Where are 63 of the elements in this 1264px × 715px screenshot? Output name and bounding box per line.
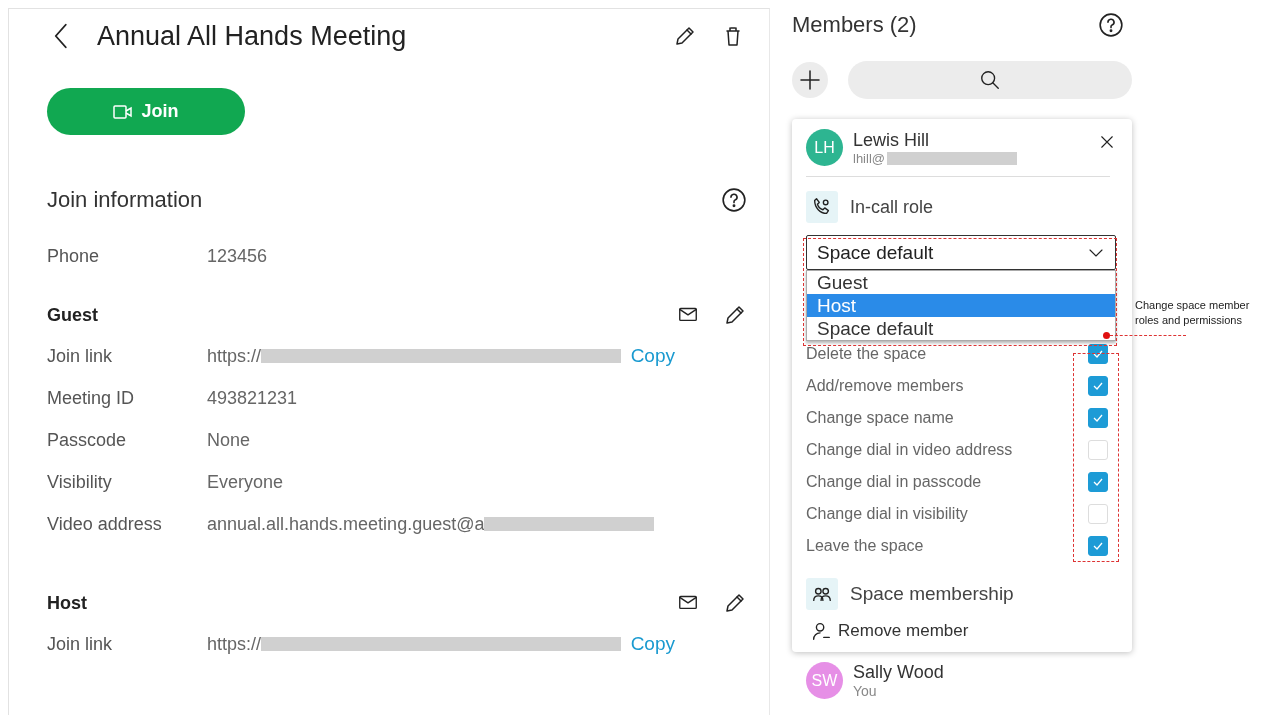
add-member-button[interactable] bbox=[792, 62, 828, 98]
checkbox[interactable] bbox=[1088, 536, 1108, 556]
section-heading: Host bbox=[47, 592, 87, 614]
field-label: Join link bbox=[47, 345, 114, 367]
pencil-icon bbox=[673, 24, 697, 48]
plus-icon bbox=[798, 68, 822, 92]
field-value: 493821231 bbox=[207, 387, 298, 409]
search-icon bbox=[979, 69, 1001, 91]
field-value: https:// bbox=[207, 345, 262, 367]
pencil-icon bbox=[723, 591, 747, 615]
permission-label: Delete the space bbox=[806, 345, 927, 363]
person-minus-icon bbox=[810, 620, 832, 642]
permission-label: Leave the space bbox=[806, 537, 924, 555]
field-value: Everyone bbox=[207, 471, 284, 493]
remove-member-button[interactable]: Remove member bbox=[806, 620, 969, 642]
marker-dot bbox=[1103, 332, 1110, 339]
section-heading: Guest bbox=[47, 304, 98, 326]
section-title: Join information bbox=[47, 187, 203, 213]
meeting-title: Annual All Hands Meeting bbox=[97, 20, 408, 52]
field-label: Video address bbox=[47, 513, 163, 535]
member-email: lhill@ bbox=[853, 150, 885, 166]
field-label: Passcode bbox=[47, 429, 128, 451]
permission-label: Change dial in passcode bbox=[806, 473, 982, 491]
checkbox[interactable] bbox=[1088, 376, 1108, 396]
membership-label: Space membership bbox=[850, 583, 1014, 605]
help-icon bbox=[1098, 12, 1124, 38]
permission-label: Change dial in visibility bbox=[806, 505, 968, 523]
permission-label: Change space name bbox=[806, 409, 954, 427]
check-icon bbox=[1092, 476, 1104, 488]
search-field[interactable] bbox=[848, 61, 1132, 99]
members-title: Members (2) bbox=[792, 12, 917, 38]
field-label: Visibility bbox=[47, 471, 113, 493]
field-value: 123456 bbox=[207, 245, 268, 267]
field-label: Phone bbox=[47, 245, 101, 267]
role-dropdown[interactable]: Space default bbox=[806, 235, 1116, 270]
member-name: Lewis Hill bbox=[853, 129, 931, 151]
check-icon bbox=[1092, 540, 1104, 552]
field-label: Join link bbox=[47, 633, 114, 655]
permission-label: Add/remove members bbox=[806, 377, 964, 395]
pencil-icon bbox=[723, 303, 747, 327]
field-label: Meeting ID bbox=[47, 387, 136, 409]
permission-label: Change dial in video address bbox=[806, 441, 1013, 459]
annotation-note: Change space member roles and permissions bbox=[1135, 298, 1251, 328]
field-value: None bbox=[207, 429, 251, 451]
field-value: annual.all.hands.meeting.guest@a bbox=[207, 513, 485, 535]
checkbox[interactable] bbox=[1088, 344, 1108, 364]
checkbox[interactable] bbox=[1088, 408, 1108, 428]
check-icon bbox=[1092, 412, 1104, 424]
field-value: https:// bbox=[207, 633, 262, 655]
avatar: LH bbox=[806, 129, 843, 166]
role-label: In-call role bbox=[850, 196, 934, 218]
video-camera-icon bbox=[113, 103, 134, 120]
check-icon bbox=[1092, 348, 1104, 360]
checkbox[interactable] bbox=[1088, 472, 1108, 492]
check-icon bbox=[1092, 380, 1104, 392]
avatar: SW bbox=[806, 662, 843, 699]
dropdown-option[interactable]: Guest bbox=[807, 271, 1115, 294]
dropdown-option[interactable]: Space default bbox=[807, 317, 1115, 340]
member-subtitle: You bbox=[853, 683, 878, 699]
help-icon bbox=[721, 187, 747, 213]
close-icon bbox=[1098, 133, 1116, 151]
dropdown-option[interactable]: Host bbox=[807, 294, 1115, 317]
member-name: Sally Wood bbox=[853, 662, 944, 683]
